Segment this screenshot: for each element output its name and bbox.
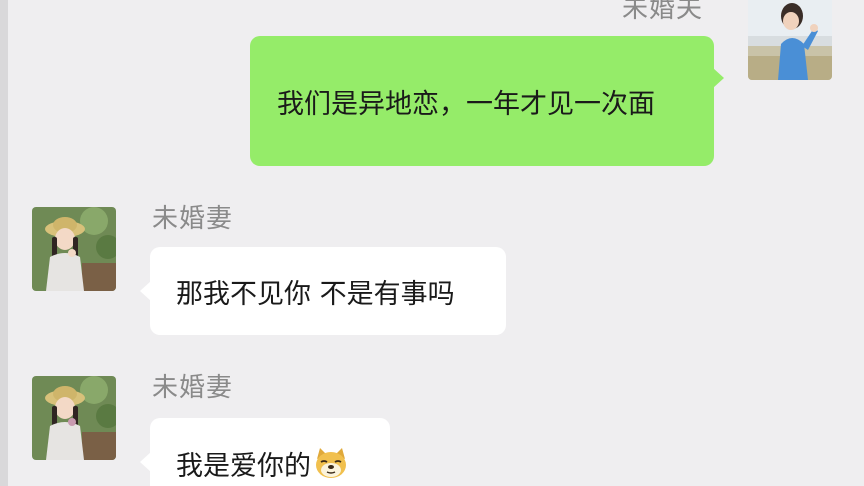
avatar-fiancee-image-2: [32, 376, 116, 460]
message-text-2: 那我不见你 不是有事吗: [176, 278, 455, 310]
message-text-1: 我们是异地恋，一年才见一次面: [277, 88, 655, 120]
avatar-fiance[interactable]: [748, 0, 832, 80]
doge-emoji-icon: [316, 448, 346, 478]
avatar-fiancee-image: [32, 207, 116, 291]
chat-screen: 未婚夫 我们是异地恋，一年才见一次面 未婚妻 那我不见你 不是有事吗 未婚妻 我…: [0, 0, 864, 486]
avatar-fiance-image: [748, 0, 832, 80]
avatar-fiancee[interactable]: [32, 207, 116, 291]
message-bubble-1[interactable]: 我们是异地恋，一年才见一次面: [250, 36, 724, 166]
message-bubble-3[interactable]: 我是爱你的: [140, 418, 390, 486]
avatar-fiancee-2[interactable]: [32, 376, 116, 460]
bubble-tail: [140, 281, 151, 301]
sender-name-fiance: 未婚夫: [622, 0, 704, 24]
sender-name-fiancee-2: 未婚妻: [152, 373, 234, 403]
message-text-3: 我是爱你的: [176, 450, 311, 482]
sender-name-fiancee: 未婚妻: [152, 204, 234, 234]
bubble-tail: [140, 452, 151, 472]
screen-edge: [0, 0, 8, 486]
bubble-tail: [713, 68, 724, 88]
message-bubble-2[interactable]: 那我不见你 不是有事吗: [140, 247, 506, 335]
